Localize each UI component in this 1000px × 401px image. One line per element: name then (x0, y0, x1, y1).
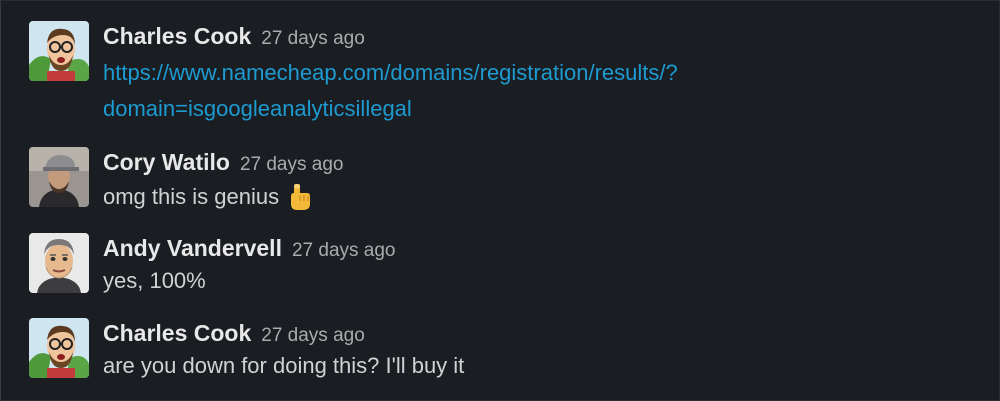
message-header: Cory Watilo 27 days ago (103, 147, 963, 177)
message-item: Cory Watilo 27 days ago omg this is geniu… (29, 147, 969, 211)
avatar[interactable] (29, 147, 89, 207)
message-body: omg this is genius (103, 184, 280, 209)
link-line-2: domain=isgoogleanalyticsillegal (103, 96, 412, 121)
message-header: Charles Cook 27 days ago (103, 318, 963, 348)
author-name[interactable]: Cory Watilo (103, 149, 230, 175)
message-text: omg this is genius (103, 179, 963, 215)
avatar[interactable] (29, 21, 89, 81)
message-link[interactable]: https://www.namecheap.com/domains/regist… (103, 60, 678, 121)
message-text: yes, 100% (103, 263, 963, 299)
message-content: Charles Cook 27 days ago https://www.name… (103, 21, 963, 127)
message-item: Charles Cook 27 days ago https://www.name… (29, 21, 969, 131)
cartoon-man-portrait-avatar-icon (29, 233, 89, 293)
cartoon-bearded-man-avatar-icon (29, 21, 89, 81)
message-header: Charles Cook 27 days ago (103, 21, 963, 51)
message-content: Andy Vandervell 27 days ago yes, 100% (103, 233, 963, 299)
timestamp[interactable]: 27 days ago (261, 28, 365, 49)
timestamp[interactable]: 27 days ago (240, 154, 344, 175)
author-name[interactable]: Charles Cook (103, 320, 251, 346)
link-line-1: https://www.namecheap.com/domains/regist… (103, 60, 678, 85)
avatar[interactable] (29, 233, 89, 293)
timestamp[interactable]: 27 days ago (292, 240, 396, 261)
message-text: https://www.namecheap.com/domains/regist… (103, 55, 963, 127)
message-text: are you down for doing this? I'll buy it (103, 348, 963, 384)
message-item: Andy Vandervell 27 days ago yes, 100% (29, 233, 969, 297)
message-feed: Charles Cook 27 days ago https://www.name… (0, 0, 1000, 401)
message-body: are you down for doing this? I'll buy it (103, 353, 465, 378)
cartoon-bearded-man-avatar-icon (29, 318, 89, 378)
message-content: Cory Watilo 27 days ago omg this is geniu… (103, 147, 963, 215)
avatar[interactable] (29, 318, 89, 378)
pointing-up-hand-emoji-icon (285, 182, 313, 212)
message-body: yes, 100% (103, 268, 206, 293)
message-content: Charles Cook 27 days ago are you down for… (103, 318, 963, 384)
timestamp[interactable]: 27 days ago (261, 325, 365, 346)
man-in-cap-photo-avatar-icon (29, 147, 89, 207)
message-header: Andy Vandervell 27 days ago (103, 233, 963, 263)
author-name[interactable]: Andy Vandervell (103, 235, 282, 261)
author-name[interactable]: Charles Cook (103, 23, 251, 49)
message-item: Charles Cook 27 days ago are you down for… (29, 318, 969, 382)
